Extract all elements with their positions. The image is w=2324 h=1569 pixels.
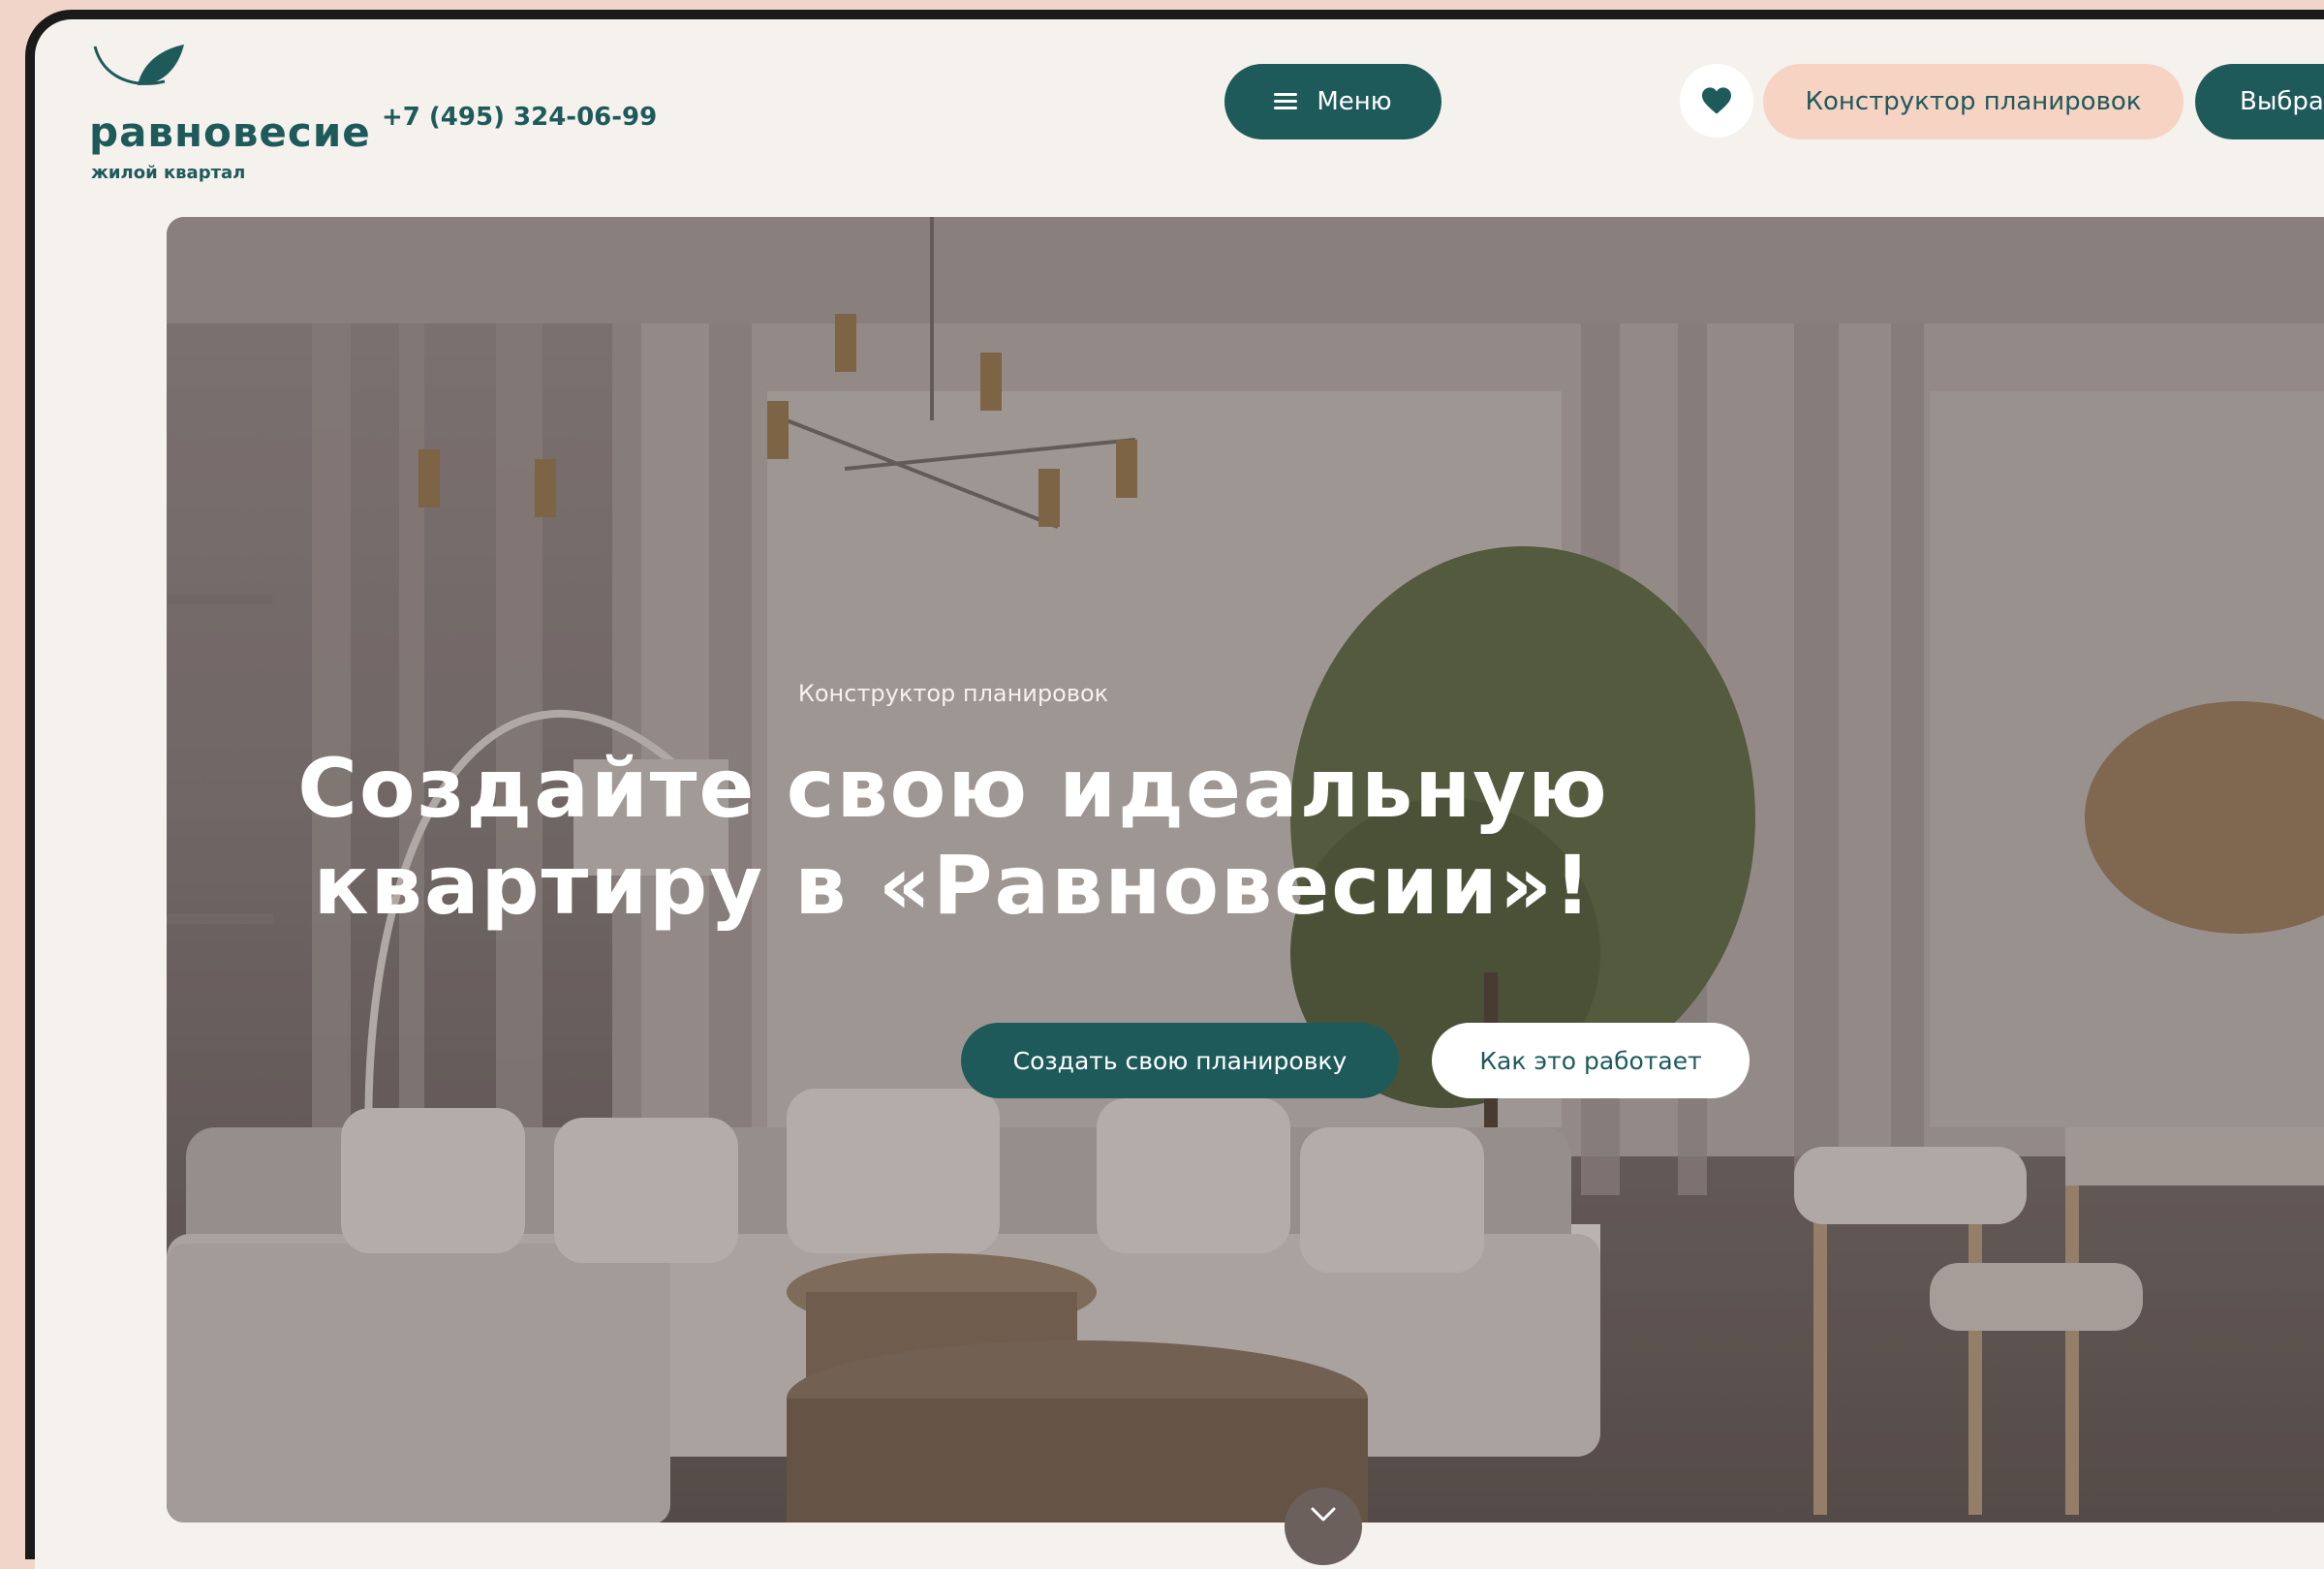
hero-title: Создайте свою идеальную квартиру в «Равн…: [167, 740, 1740, 934]
scroll-down-button[interactable]: [1285, 1488, 1362, 1565]
brand-name: равновесие: [89, 108, 371, 156]
hero-kicker: Конструктор планировок: [797, 680, 1109, 707]
chevron-down-icon: [1311, 1507, 1336, 1522]
heart-icon: [1702, 87, 1731, 114]
brand-tagline: жилой квартал: [91, 163, 246, 183]
menu-button[interactable]: Меню: [1224, 64, 1441, 139]
how-it-works-button[interactable]: Как это работает: [1432, 1023, 1750, 1098]
hero-section: Конструктор планировок Создайте свою иде…: [167, 217, 2324, 1523]
menu-button-label: Меню: [1317, 87, 1392, 116]
hamburger-icon: [1274, 93, 1298, 110]
favorites-button[interactable]: [1680, 64, 1753, 138]
phone-link[interactable]: +7 (495) 324-06-99: [382, 103, 657, 132]
create-layout-button[interactable]: Создать свою планировку: [961, 1023, 1399, 1098]
layout-constructor-button[interactable]: Конструктор планировок: [1763, 64, 2184, 139]
choose-apartment-button[interactable]: Выбра: [2195, 64, 2324, 139]
hero-title-line-1: Создайте свою идеальную: [297, 741, 1609, 836]
hero-title-line-2: квартиру в «Равновесии»!: [313, 838, 1594, 933]
browser-viewport: равновесие жилой квартал +7 (495) 324-06…: [35, 19, 2324, 1569]
leaf-logo-icon: [93, 45, 184, 85]
